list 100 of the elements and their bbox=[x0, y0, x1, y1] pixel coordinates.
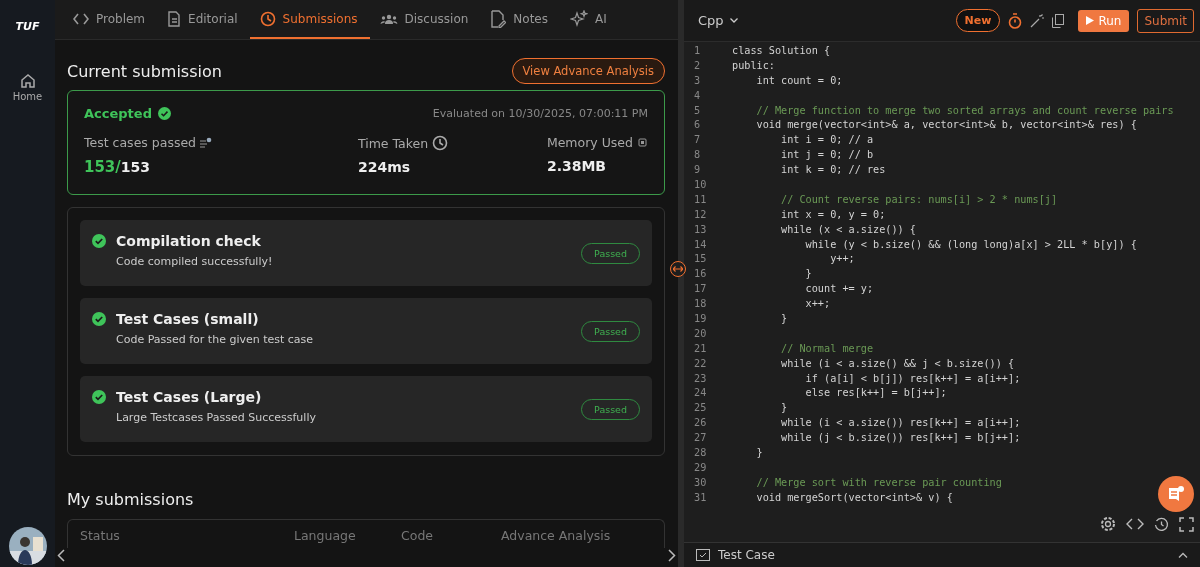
code-line: int k = 0; // res bbox=[780, 163, 886, 178]
column-header: Language bbox=[294, 528, 357, 545]
code-line: void merge(vector<int>& a, vector<int>& b, vector<int>& res) { bbox=[755, 118, 1137, 133]
tab[interactable]: Editorial bbox=[157, 0, 250, 39]
check-title: Test Cases (Large) bbox=[116, 389, 263, 405]
code-line: void mergeSort(vector<int>& v) { bbox=[755, 490, 953, 505]
chip-icon bbox=[637, 137, 648, 148]
logo[interactable]: TUF bbox=[15, 20, 40, 33]
line-number: 6 bbox=[693, 118, 702, 133]
panel-title[interactable]: Test Case bbox=[718, 548, 775, 562]
checkbox-icon bbox=[696, 549, 710, 561]
clock-icon bbox=[259, 10, 276, 27]
chevron-left-icon[interactable] bbox=[57, 548, 65, 562]
evaluated-time: Evaluated on 10/30/2025, 07:00:11 PM bbox=[432, 107, 648, 120]
new-button[interactable]: New bbox=[955, 9, 1001, 32]
code-line: int i = 0; // a bbox=[780, 133, 874, 148]
stat-value: 224ms bbox=[357, 159, 412, 175]
fullscreen-icon[interactable] bbox=[1179, 516, 1194, 532]
check-title: Test Cases (small) bbox=[116, 311, 260, 327]
section-title: My submissions bbox=[67, 490, 195, 509]
check-detail: Code Passed for the given test case bbox=[116, 333, 315, 346]
note-icon bbox=[490, 9, 507, 28]
document-icon bbox=[167, 10, 182, 27]
code-line: while (i < a.size()) res[k++] = a[i++]; bbox=[780, 416, 1021, 431]
line-number: 10 bbox=[693, 178, 708, 192]
sparkle-icon bbox=[570, 9, 588, 28]
code-icon[interactable] bbox=[1126, 517, 1144, 531]
stat-value: 153/153 bbox=[84, 158, 152, 176]
code-line: class Solution { bbox=[731, 44, 831, 58]
chevron-up-icon[interactable] bbox=[1178, 552, 1188, 558]
code-line: } bbox=[755, 446, 763, 461]
line-number: 27 bbox=[693, 431, 708, 446]
code-line: int count = 0; bbox=[755, 73, 843, 88]
stat-label: Memory Used bbox=[546, 135, 633, 150]
list-icon bbox=[200, 137, 213, 148]
code-icon bbox=[73, 11, 89, 26]
column-header: Status bbox=[80, 528, 121, 545]
line-number: 12 bbox=[693, 207, 708, 222]
language-dropdown[interactable]: Cpp bbox=[692, 12, 744, 29]
code-line: int j = 0; // b bbox=[780, 148, 874, 163]
code-line: x++; bbox=[804, 297, 831, 312]
line-number: 3 bbox=[693, 73, 702, 88]
line-number: 25 bbox=[693, 401, 708, 416]
submit-button[interactable]: Submit bbox=[1137, 8, 1194, 33]
line-number: 24 bbox=[693, 386, 708, 401]
resize-arrows-icon bbox=[673, 266, 683, 272]
chevron-right-icon[interactable] bbox=[668, 548, 676, 562]
nav-item[interactable]: Home bbox=[10, 71, 45, 104]
stat-label: Test cases passed bbox=[84, 135, 197, 150]
column-header: Code bbox=[401, 528, 434, 545]
play-icon bbox=[1086, 16, 1095, 25]
code-line: public: bbox=[731, 58, 775, 73]
line-number: 26 bbox=[693, 416, 708, 431]
check-detail: Large Testcases Passed Successfully bbox=[116, 411, 317, 424]
tab[interactable]: AI bbox=[560, 0, 619, 39]
line-number: 16 bbox=[693, 267, 708, 282]
chevron-down-icon bbox=[729, 18, 738, 23]
code-line: if (a[i] < b[j]) res[k++] = a[i++]; bbox=[804, 371, 1021, 386]
line-number: 1 bbox=[693, 44, 702, 58]
code-comment: // Merge sort with reverse pair counting bbox=[755, 475, 1002, 490]
tab[interactable]: Submissions bbox=[249, 0, 370, 39]
magic-wand-icon[interactable] bbox=[1030, 13, 1045, 28]
code-line: while (y < b.size() && (long long)a[x] > 2LL * b[y]) { bbox=[804, 237, 1137, 252]
home-icon bbox=[19, 73, 36, 89]
line-number: 28 bbox=[693, 446, 708, 461]
view-analysis-button[interactable]: View Advance Analysis bbox=[511, 58, 665, 84]
section-title: Current submission bbox=[67, 61, 222, 81]
resize-handle[interactable] bbox=[670, 261, 686, 277]
code-comment: // Merge function to merge two sorted arrays and count reverse pairs bbox=[755, 103, 1174, 118]
copy-icon[interactable] bbox=[1052, 13, 1065, 28]
settings-icon[interactable] bbox=[1100, 516, 1116, 532]
history-icon[interactable] bbox=[1154, 516, 1169, 532]
line-number: 2 bbox=[693, 58, 702, 73]
clock-icon bbox=[432, 135, 449, 151]
column-header: Advance Analysis bbox=[501, 528, 612, 545]
line-number: 31 bbox=[693, 490, 708, 505]
line-number: 29 bbox=[693, 460, 708, 475]
line-number: 17 bbox=[693, 282, 708, 297]
tab[interactable]: Notes bbox=[480, 0, 560, 39]
line-number: 11 bbox=[693, 192, 708, 207]
code-line: while (i < a.size() && j < b.size()) { bbox=[780, 356, 1015, 371]
line-number: 9 bbox=[693, 163, 702, 178]
status-text: Accepted bbox=[84, 106, 152, 121]
line-number: 20 bbox=[693, 326, 708, 341]
code-line: int x = 0, y = 0; bbox=[780, 207, 886, 222]
code-line: else res[k++] = b[j++]; bbox=[804, 386, 947, 401]
notes-fab[interactable] bbox=[1158, 476, 1194, 512]
avatar[interactable] bbox=[8, 527, 47, 565]
line-number: 21 bbox=[693, 341, 708, 356]
stat-value: 2.38MB bbox=[546, 158, 608, 174]
line-number: 13 bbox=[693, 222, 708, 237]
line-number: 15 bbox=[693, 252, 708, 267]
line-number: 7 bbox=[693, 133, 702, 148]
code-line: } bbox=[780, 401, 788, 416]
tab[interactable]: Problem bbox=[63, 0, 158, 39]
tab[interactable]: Discussion bbox=[369, 0, 481, 39]
line-number: 8 bbox=[693, 148, 702, 163]
check-title: Compilation check bbox=[116, 233, 262, 249]
check-circle-icon bbox=[157, 107, 171, 120]
stopwatch-icon[interactable] bbox=[1008, 12, 1023, 29]
